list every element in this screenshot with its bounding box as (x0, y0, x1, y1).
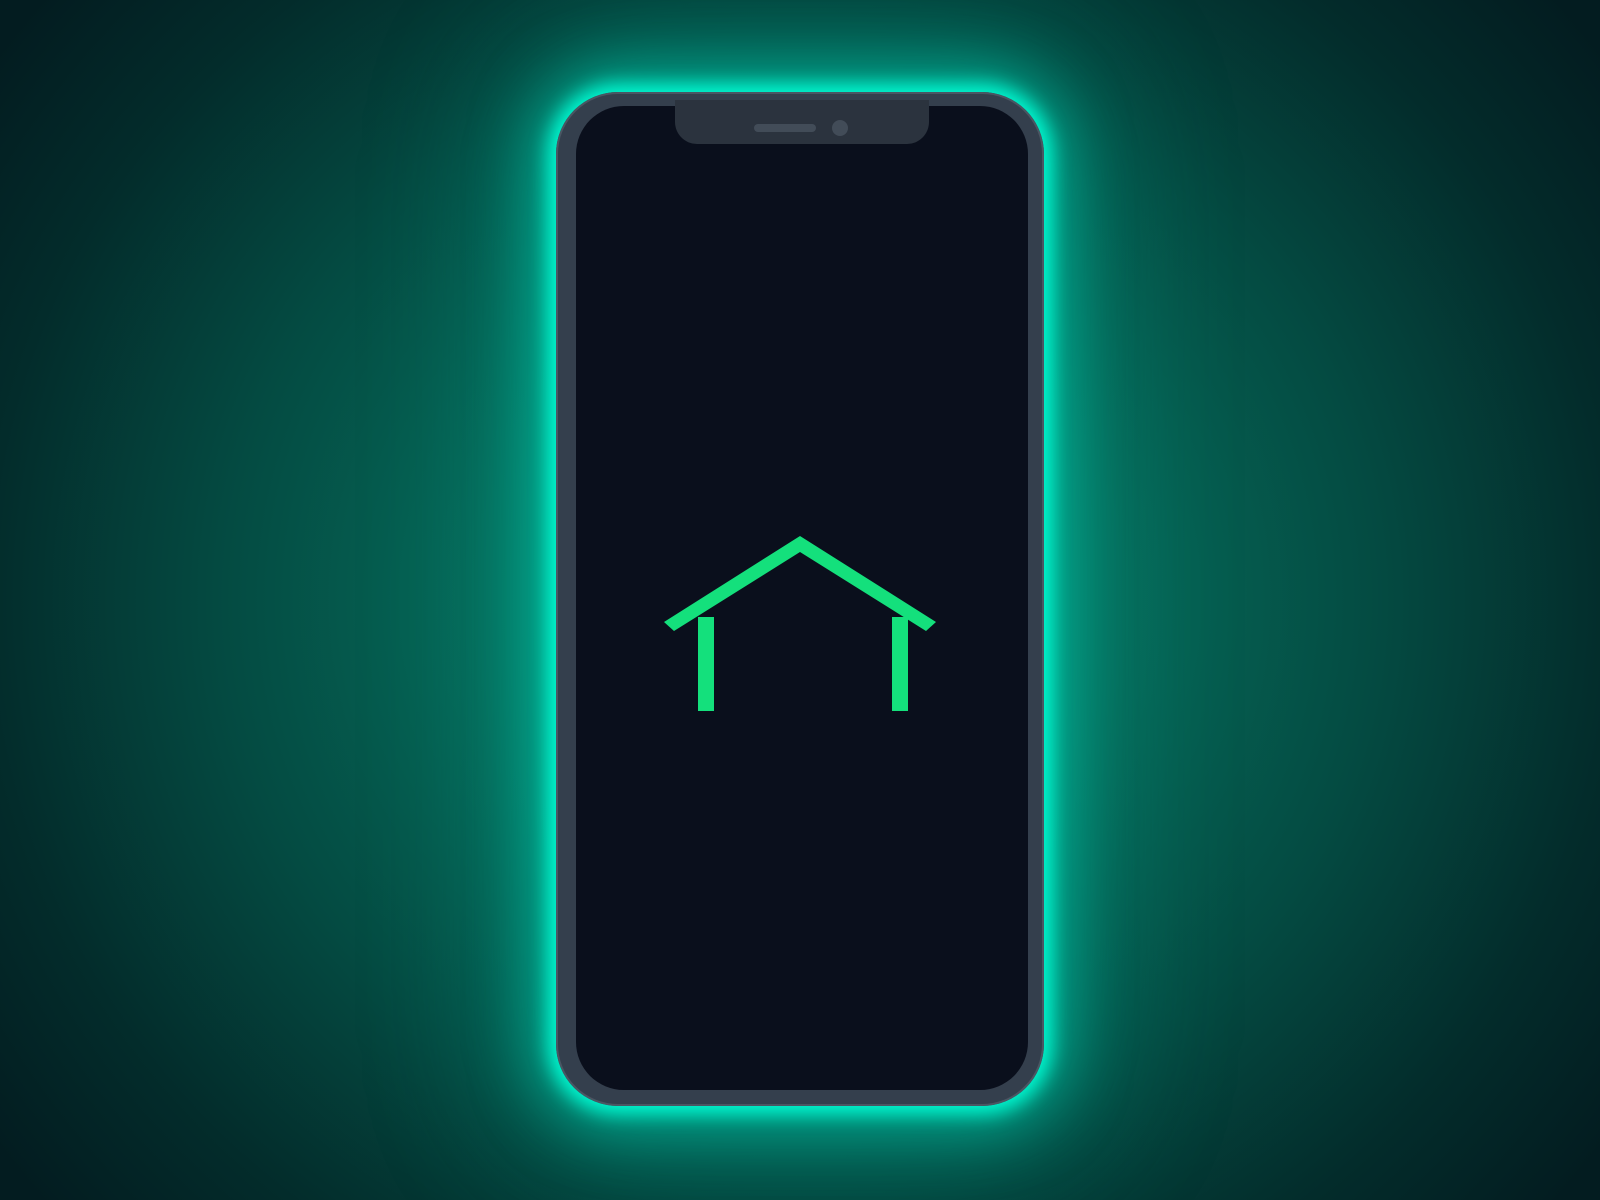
home-icon-roof (664, 536, 936, 631)
speaker-grille (754, 124, 816, 132)
front-camera (832, 120, 848, 136)
phone-notch (675, 100, 929, 144)
home-icon-right-wall (892, 617, 908, 711)
scene (0, 0, 1600, 1200)
home-icon (664, 536, 936, 711)
home-icon-left-wall (698, 617, 714, 711)
